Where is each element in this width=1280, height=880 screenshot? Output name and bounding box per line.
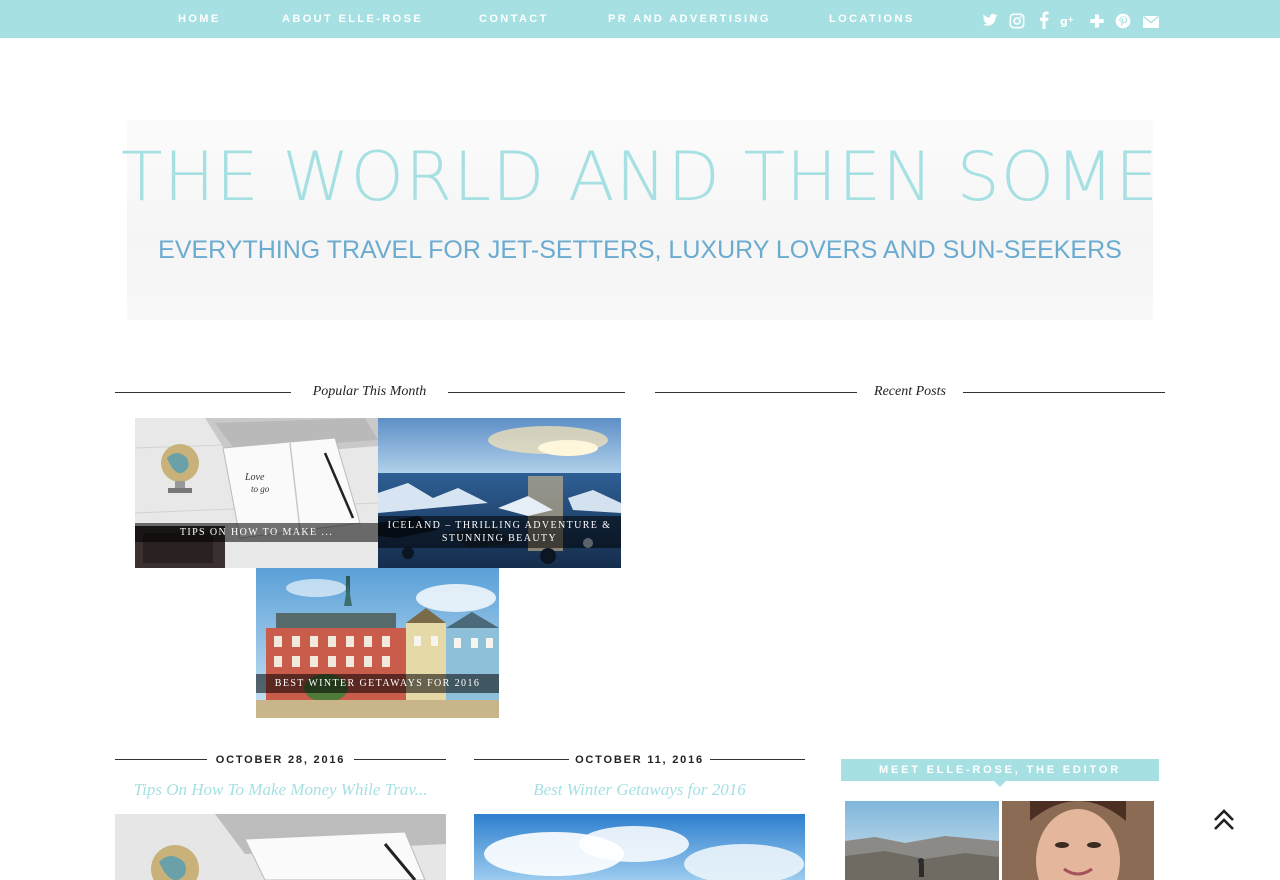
editor-photo-canyon — [845, 801, 999, 880]
copenhagen-buildings-image — [256, 568, 499, 718]
nav-home[interactable]: HOME — [178, 0, 221, 38]
post-featured-image[interactable] — [115, 814, 446, 880]
svg-text:g: g — [1060, 15, 1068, 28]
recent-heading: Recent Posts — [857, 383, 963, 401]
editor-portrait-photo — [1002, 801, 1154, 880]
post-date: OCTOBER 28, 2016 — [207, 753, 354, 767]
grand-canyon-photo — [845, 801, 999, 880]
facebook-icon[interactable] — [1036, 11, 1052, 29]
google-plus-icon[interactable]: g + — [1060, 12, 1076, 30]
popular-tile-money-tips[interactable]: Love to go TIPS ON HOW TO MAKE ... — [135, 418, 378, 568]
svg-text:Love: Love — [244, 472, 265, 483]
post-title-link[interactable]: Tips On How To Make Money While Trav... — [115, 780, 446, 800]
popular-heading: Popular This Month — [291, 383, 448, 401]
desk-globe-image — [115, 814, 446, 880]
editor-portrait — [1002, 801, 1154, 880]
site-title[interactable]: THE WORLD AND THEN SOME — [0, 138, 1280, 217]
instagram-icon[interactable] — [1009, 12, 1025, 30]
svg-text:to go: to go — [251, 484, 270, 494]
meet-editor-heading: MEET ELLE-ROSE, THE EDITOR — [841, 759, 1159, 781]
nav-about[interactable]: ABOUT ELLE-ROSE — [282, 0, 423, 38]
email-icon[interactable] — [1143, 13, 1159, 31]
svg-text:+: + — [1067, 15, 1074, 24]
nav-locations[interactable]: LOCATIONS — [829, 0, 915, 38]
desk-globe-image: Love to go — [135, 418, 378, 568]
twitter-icon[interactable] — [982, 11, 998, 29]
sky-clouds-image — [474, 814, 805, 880]
post-featured-image[interactable] — [474, 814, 805, 880]
popular-tile-winter-getaways[interactable]: BEST WINTER GETAWAYS FOR 2016 — [256, 568, 499, 718]
site-tagline: EVERYTHING TRAVEL FOR JET-SETTERS, LUXUR… — [158, 236, 1122, 264]
popular-tile-caption[interactable]: TIPS ON HOW TO MAKE ... — [135, 523, 378, 542]
popular-tile-caption[interactable]: ICELAND – THRILLING ADVENTURE & STUNNING… — [378, 516, 621, 548]
back-to-top-icon[interactable] — [1210, 806, 1238, 834]
popular-tile-iceland[interactable]: ICELAND – THRILLING ADVENTURE & STUNNING… — [378, 418, 621, 568]
top-navigation: HOME ABOUT ELLE-ROSE CONTACT PR AND ADVE… — [0, 0, 1280, 38]
post-date: OCTOBER 11, 2016 — [569, 753, 710, 767]
pinterest-icon[interactable] — [1115, 12, 1131, 30]
nav-pr-advertising[interactable]: PR AND ADVERTISING — [608, 0, 771, 38]
post-title-link[interactable]: Best Winter Getaways for 2016 — [474, 780, 805, 800]
popular-tile-caption[interactable]: BEST WINTER GETAWAYS FOR 2016 — [256, 674, 499, 693]
bloglovin-icon[interactable] — [1089, 12, 1105, 30]
heading-arrow — [994, 781, 1006, 787]
nav-contact[interactable]: CONTACT — [479, 0, 549, 38]
